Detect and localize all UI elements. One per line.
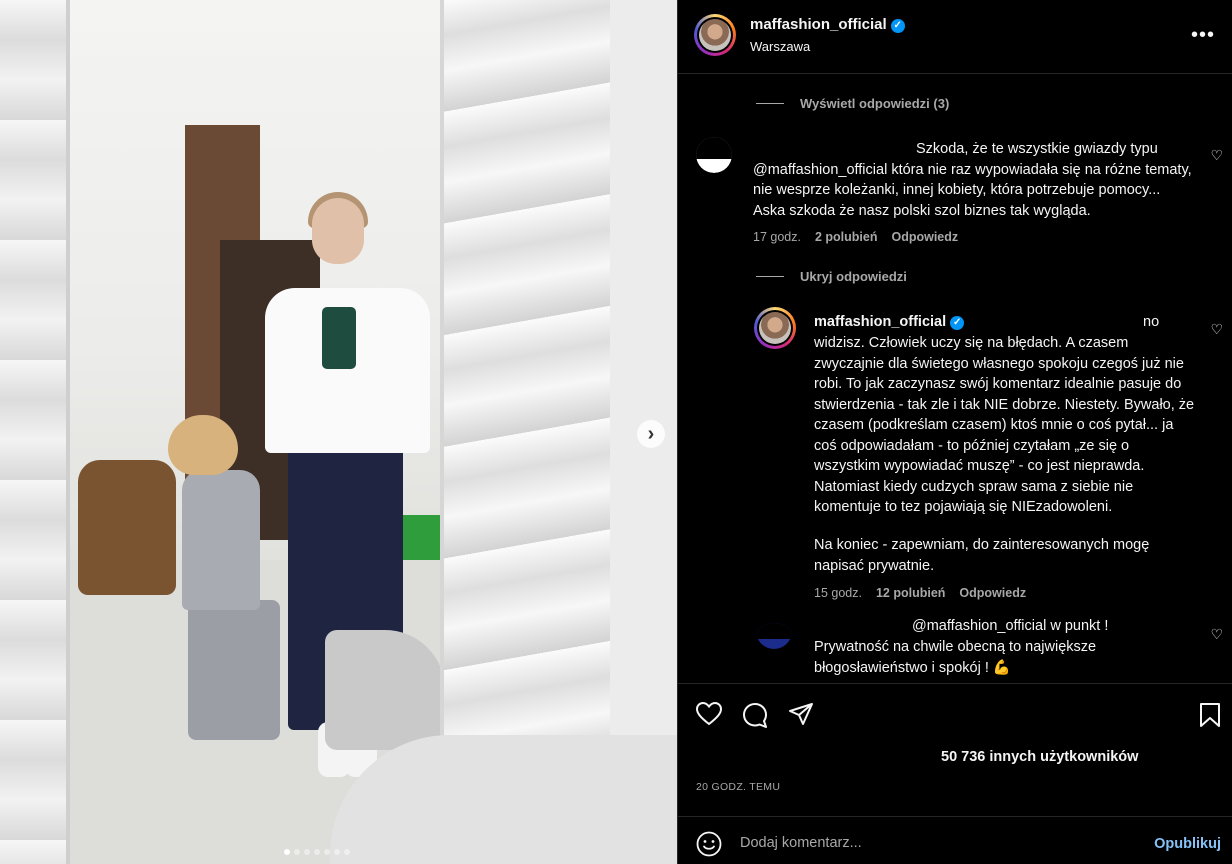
reply-username[interactable]: maffashion_official bbox=[814, 314, 946, 330]
comment-meta: 17 godz. 2 polubień Odpowiedz bbox=[753, 230, 958, 244]
carousel-next-icon[interactable]: › bbox=[637, 420, 665, 448]
reply2-avatar[interactable] bbox=[756, 623, 792, 651]
view-replies-button[interactable]: Wyświetl odpowiedzi (3) bbox=[756, 96, 949, 111]
publish-button[interactable]: Opublikuj bbox=[1154, 836, 1221, 852]
child-legs bbox=[188, 600, 280, 740]
reply2-text: Prywatność na chwile obecną to największ… bbox=[814, 639, 1097, 676]
reply-author-avatar[interactable] bbox=[754, 307, 796, 349]
reply-text-start: no bbox=[1143, 314, 1160, 330]
carousel-dot bbox=[294, 849, 300, 855]
post-header: maffashion_official ✓ Warszawa ••• bbox=[678, 0, 1232, 74]
carousel-dot bbox=[344, 849, 350, 855]
comments-list[interactable]: Wyświetl odpowiedzi (3) Szkoda, że te ws… bbox=[678, 75, 1232, 682]
comment-input[interactable] bbox=[740, 829, 1130, 857]
commenter-avatar[interactable] bbox=[696, 137, 732, 173]
reply-like-heart-icon[interactable]: ♡ bbox=[1210, 321, 1223, 338]
save-bookmark-icon[interactable] bbox=[1199, 702, 1221, 728]
reply2-like-heart-icon[interactable]: ♡ bbox=[1210, 626, 1223, 643]
reply-text-end: Na koniec - zapewniam, do zainteresowany… bbox=[814, 537, 1150, 574]
author-username-text[interactable]: maffashion_official bbox=[750, 16, 887, 33]
reply-reply-button[interactable]: Odpowiedz bbox=[959, 586, 1026, 600]
mirror-frame-left bbox=[0, 0, 70, 864]
carousel-dot bbox=[314, 849, 320, 855]
comment-text: Szkoda, że te wszystkie gwiazdy typu @ma… bbox=[753, 141, 1192, 219]
grey-chair bbox=[325, 630, 445, 750]
reply2-mention[interactable]: @maffashion_official w punkt ! bbox=[912, 616, 1108, 637]
comment-icon[interactable] bbox=[742, 702, 768, 728]
like-heart-icon[interactable] bbox=[696, 702, 722, 726]
comment-reply-button[interactable]: Odpowiedz bbox=[891, 230, 958, 244]
verified-icon: ✓ bbox=[950, 316, 965, 331]
brown-armchair bbox=[78, 460, 176, 595]
emoji-smile-icon[interactable] bbox=[696, 831, 722, 857]
child-head bbox=[168, 415, 238, 475]
share-icon[interactable] bbox=[788, 702, 814, 726]
phone bbox=[322, 307, 356, 369]
action-bar bbox=[678, 683, 1232, 743]
avatar-image bbox=[756, 623, 792, 649]
reply-time[interactable]: 15 godz. bbox=[814, 586, 862, 600]
green-object bbox=[402, 515, 440, 560]
likes-count[interactable]: 50 736 innych użytkowników bbox=[941, 749, 1138, 765]
post-photo[interactable]: › bbox=[0, 0, 677, 864]
comment-time[interactable]: 17 godz. bbox=[753, 230, 801, 244]
carousel-dot bbox=[284, 849, 290, 855]
reply-text: widzisz. Człowiek uczy się na błędach. A… bbox=[814, 335, 1195, 515]
author-username[interactable]: maffashion_official ✓ bbox=[750, 16, 905, 33]
thread-line bbox=[756, 103, 784, 104]
reply-meta: 15 godz. 12 polubień Odpowiedz bbox=[814, 586, 1026, 600]
reply-first-line: maffashion_official ✓ no bbox=[814, 312, 1196, 333]
thread-line bbox=[756, 276, 784, 277]
add-comment-bar: Opublikuj bbox=[678, 816, 1232, 864]
avatar-image bbox=[696, 137, 732, 173]
carousel-dot bbox=[304, 849, 310, 855]
comment-likes[interactable]: 2 polubień bbox=[815, 230, 878, 244]
carousel-indicator bbox=[284, 849, 350, 855]
comment-like-heart-icon[interactable]: ♡ bbox=[1210, 147, 1223, 164]
view-replies-label[interactable]: Wyświetl odpowiedzi (3) bbox=[800, 96, 949, 111]
hide-replies-label[interactable]: Ukryj odpowiedzi bbox=[800, 269, 907, 284]
child-body bbox=[182, 470, 260, 610]
verified-icon: ✓ bbox=[890, 18, 905, 33]
post-location[interactable]: Warszawa bbox=[750, 39, 810, 54]
post-panel: maffashion_official ✓ Warszawa ••• Wyświe… bbox=[677, 0, 1232, 864]
carousel-dot bbox=[324, 849, 330, 855]
carousel-dot bbox=[334, 849, 340, 855]
author-avatar[interactable] bbox=[694, 14, 736, 56]
hide-replies-button[interactable]: Ukryj odpowiedzi bbox=[756, 269, 907, 284]
post-timestamp[interactable]: 20 GODZ. TEMU bbox=[696, 781, 780, 793]
more-options-icon[interactable]: ••• bbox=[1191, 25, 1215, 45]
reply-likes[interactable]: 12 polubień bbox=[876, 586, 945, 600]
woman-head bbox=[312, 198, 364, 264]
